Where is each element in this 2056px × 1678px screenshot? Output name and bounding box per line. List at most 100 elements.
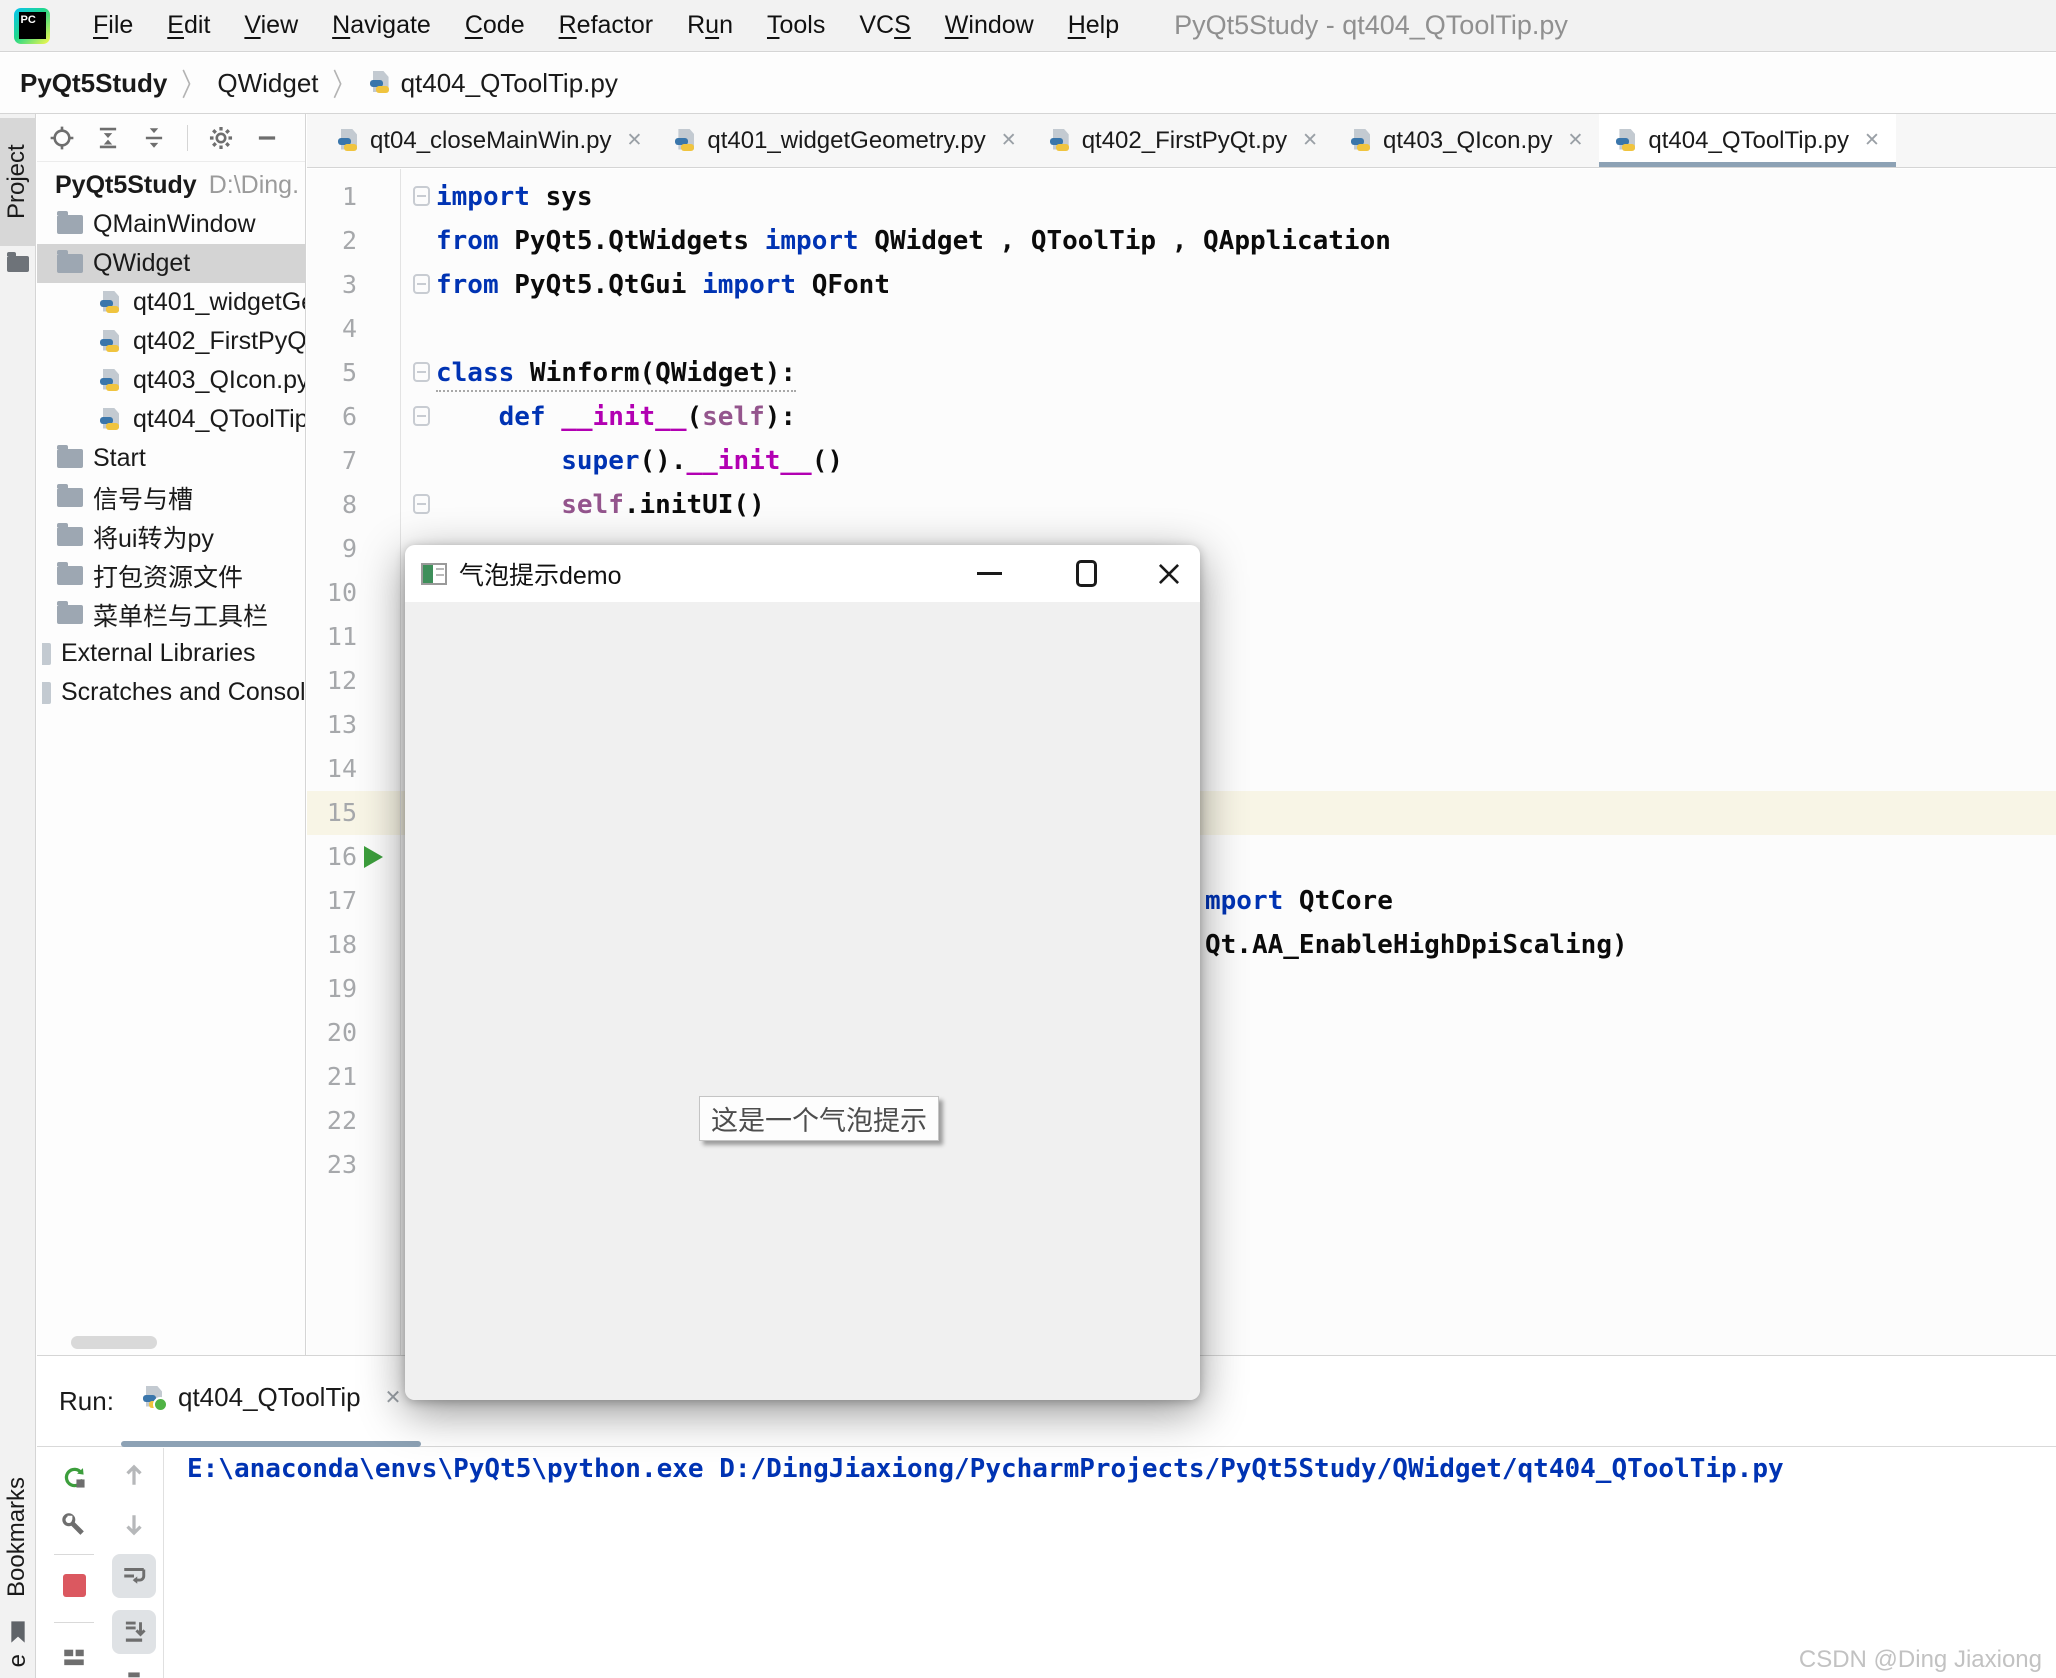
qt-demo-window[interactable]: 气泡提示demo 这是一个气泡提示 bbox=[405, 545, 1200, 1400]
menu-help[interactable]: Help bbox=[1051, 11, 1136, 40]
folder-icon bbox=[57, 211, 83, 234]
line-number: 10 bbox=[326, 578, 357, 607]
editor-tabs: qt04_closeMainWin.py ✕ qt401_widgetGeometr… bbox=[307, 114, 2056, 168]
tree-item[interactable]: PyQt5Study D:\Ding. bbox=[37, 166, 305, 205]
restore-layout-icon[interactable] bbox=[61, 1644, 87, 1670]
run-line-marker-icon[interactable] bbox=[364, 846, 383, 868]
settings-icon[interactable] bbox=[208, 125, 234, 151]
menu-edit[interactable]: Edit bbox=[150, 11, 227, 40]
qt-window-title: 气泡提示demo bbox=[459, 561, 622, 590]
qt-window-body: 这是一个气泡提示 bbox=[405, 602, 1200, 1400]
editor-tab[interactable]: qt401_widgetGeometry.py ✕ bbox=[658, 114, 1032, 167]
menu-navigate[interactable]: Navigate bbox=[315, 11, 448, 40]
select-opened-file-icon[interactable] bbox=[49, 125, 75, 151]
tree-item[interactable]: 菜单栏与工具栏 bbox=[37, 595, 305, 634]
line-number: 8 bbox=[341, 490, 357, 519]
maximize-button[interactable] bbox=[1055, 545, 1117, 602]
close-icon[interactable]: ✕ bbox=[626, 129, 642, 152]
tree-item-label: Start bbox=[93, 444, 146, 472]
tree-item[interactable]: QMainWindow bbox=[37, 205, 305, 244]
fold-marker-icon[interactable] bbox=[413, 274, 430, 294]
menu-tools[interactable]: Tools bbox=[750, 11, 842, 40]
fold-marker-icon[interactable] bbox=[413, 406, 430, 426]
tree-item[interactable]: 将ui转为py bbox=[37, 517, 305, 556]
fold-marker-icon[interactable] bbox=[413, 494, 430, 514]
run-tab[interactable]: qt404_QToolTip ✕ bbox=[142, 1382, 401, 1413]
tree-item[interactable]: qt401_widgetGe bbox=[37, 283, 306, 322]
menu-file[interactable]: File bbox=[76, 11, 150, 40]
breadcrumb-project[interactable]: PyQt5Study bbox=[20, 68, 167, 99]
bookmarks-stripe-label[interactable]: Bookmarks bbox=[3, 1462, 33, 1612]
arrow-up-icon[interactable] bbox=[121, 1462, 147, 1488]
tree-item[interactable]: qt402_FirstPyQ bbox=[37, 322, 305, 361]
fold-marker-icon[interactable] bbox=[413, 186, 430, 206]
tree-item[interactable]: 信号与槽 bbox=[37, 478, 305, 517]
code-line: def __init__(self): bbox=[498, 402, 797, 432]
menu-code[interactable]: Code bbox=[448, 11, 542, 40]
soft-wrap-icon[interactable] bbox=[112, 1554, 156, 1598]
close-icon[interactable]: ✕ bbox=[1001, 129, 1017, 152]
tree-item[interactable]: Start bbox=[37, 439, 305, 478]
close-icon[interactable]: ✕ bbox=[1302, 129, 1318, 152]
hide-icon[interactable] bbox=[254, 125, 280, 151]
run-panel: Run: qt404_QToolTip ✕ E:\anaconda\envs\P… bbox=[37, 1355, 2056, 1678]
print-icon[interactable] bbox=[121, 1670, 147, 1678]
folder-icon bbox=[57, 484, 83, 507]
chevron-right-icon: 〉 bbox=[181, 67, 204, 103]
close-icon[interactable]: ✕ bbox=[1864, 129, 1880, 152]
menu-refactor[interactable]: Refactor bbox=[542, 11, 671, 40]
tree-item[interactable]: QWidget bbox=[37, 244, 305, 283]
breadcrumb-file[interactable]: qt404_QToolTip.py bbox=[401, 68, 618, 99]
stop-icon[interactable] bbox=[61, 1572, 87, 1598]
tree-item[interactable]: qt404_QToolTip bbox=[37, 400, 305, 439]
qt-title-bar[interactable]: 气泡提示demo bbox=[405, 545, 1200, 602]
menu-window[interactable]: Window bbox=[928, 11, 1051, 40]
minimize-button[interactable] bbox=[958, 545, 1020, 602]
python-file-icon bbox=[99, 290, 123, 315]
pycharm-logo-icon: PC bbox=[14, 7, 50, 44]
rerun-icon[interactable] bbox=[61, 1464, 87, 1490]
close-button[interactable] bbox=[1138, 545, 1200, 602]
bookmark-icon[interactable] bbox=[7, 1620, 29, 1644]
line-number: 11 bbox=[326, 622, 357, 651]
breadcrumb-folder[interactable]: QWidget bbox=[217, 68, 318, 99]
menu-run[interactable]: Run bbox=[670, 11, 750, 40]
python-file-icon bbox=[337, 128, 361, 153]
tree-item-label: 将ui转为py bbox=[93, 524, 214, 553]
editor-tab[interactable]: qt402_FirstPyQt.py ✕ bbox=[1033, 114, 1334, 167]
line-number: 1 bbox=[341, 182, 357, 211]
line-number: 20 bbox=[326, 1018, 357, 1047]
collapse-all-icon[interactable] bbox=[141, 125, 167, 151]
tree-item-label: PyQt5Study bbox=[55, 171, 197, 199]
tab-label: qt404_QToolTip.py bbox=[1648, 126, 1849, 154]
fold-marker-icon[interactable] bbox=[413, 362, 430, 382]
toolbar-separator bbox=[187, 124, 188, 151]
tree-item[interactable]: 打包资源文件 bbox=[37, 556, 305, 595]
tree-item-label: qt401_widgetGe bbox=[133, 288, 306, 316]
breadcrumb: PyQt5Study 〉 QWidget 〉 qt404_QToolTip.py bbox=[0, 53, 2056, 114]
code-line: class Winform(QWidget): bbox=[436, 351, 797, 395]
scroll-to-end-icon[interactable] bbox=[112, 1610, 156, 1654]
line-number: 15 bbox=[326, 798, 357, 827]
tab-label: qt402_FirstPyQt.py bbox=[1081, 126, 1288, 154]
editor-tab[interactable]: qt403_QIcon.py ✕ bbox=[1334, 114, 1599, 167]
close-icon[interactable]: ✕ bbox=[385, 1385, 402, 1410]
line-number: 12 bbox=[326, 666, 357, 695]
arrow-down-icon[interactable] bbox=[121, 1512, 147, 1538]
menu-view[interactable]: View bbox=[227, 11, 315, 40]
project-stripe-label[interactable]: Project bbox=[3, 124, 33, 240]
expand-all-icon[interactable] bbox=[95, 125, 121, 151]
tree-item[interactable]: qt403_QIcon.py bbox=[37, 361, 305, 400]
menu-vcs[interactable]: VCS bbox=[842, 11, 927, 40]
editor-tab[interactable]: qt404_QToolTip.py ✕ bbox=[1599, 114, 1896, 167]
editor-tab[interactable]: qt04_closeMainWin.py ✕ bbox=[321, 114, 658, 167]
tree-item[interactable]: External Libraries bbox=[37, 634, 305, 673]
python-file-icon bbox=[369, 71, 393, 95]
close-icon[interactable]: ✕ bbox=[1567, 129, 1583, 152]
tree-item[interactable]: Scratches and Console bbox=[37, 673, 305, 712]
horizontal-scrollbar[interactable] bbox=[71, 1336, 157, 1349]
folder-icon[interactable] bbox=[7, 252, 29, 272]
settings-wrench-icon[interactable] bbox=[61, 1512, 87, 1538]
code-line: from PyQt5.QtWidgets import QWidget , QT… bbox=[436, 226, 1391, 256]
toolbar-divider bbox=[54, 1622, 94, 1623]
